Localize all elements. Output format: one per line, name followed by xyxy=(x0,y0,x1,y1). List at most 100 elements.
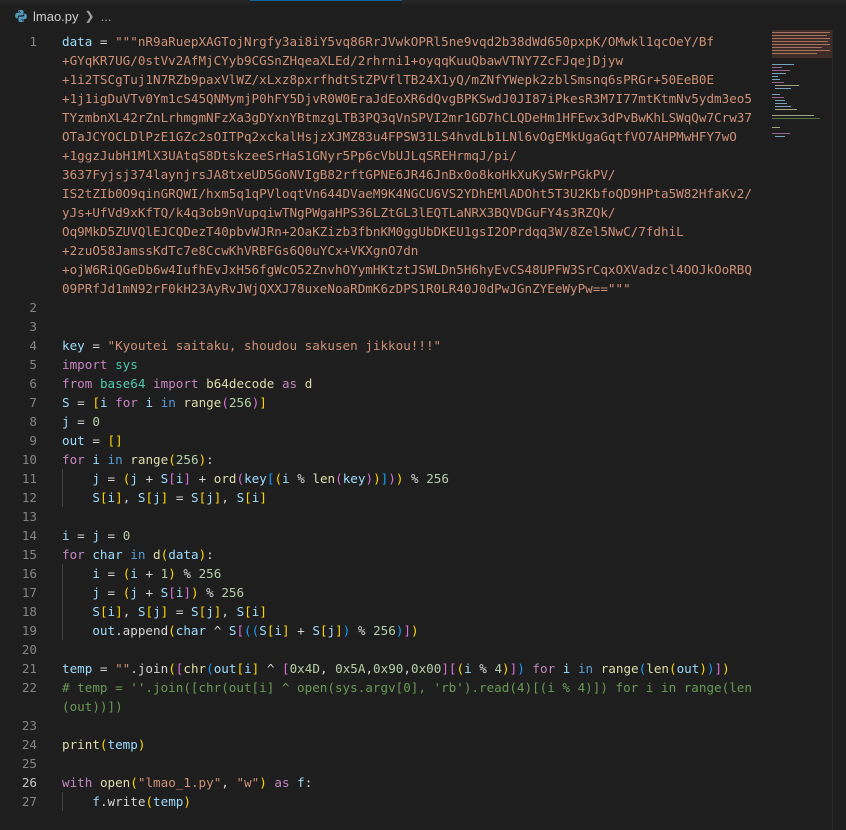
vertical-scrollbar[interactable] xyxy=(832,30,846,830)
code-token: j xyxy=(206,490,214,505)
code-line[interactable]: 13 xyxy=(0,507,772,526)
code-line[interactable]: +1i2TSCgTuj1N7RZb9paxVlWZ/xLxz8pxrfhdtSt… xyxy=(0,70,772,89)
code-line[interactable]: 20 xyxy=(0,640,772,659)
code-line[interactable]: 12 S[i], S[j] = S[j], S[i] xyxy=(0,488,772,507)
code-token: .write xyxy=(99,794,146,809)
code-line[interactable]: yJs+UfVd9xKfTQ/k4q3ob9nVupqiwTNgPWgaHPS3… xyxy=(0,203,772,222)
code-token: i xyxy=(99,395,108,410)
code-token: char xyxy=(92,547,123,562)
code-token: i xyxy=(130,566,138,581)
code-line[interactable]: 26 with open("lmao_1.py", "w") as f: xyxy=(0,773,772,792)
code-line[interactable]: 3 xyxy=(0,317,772,336)
code-line[interactable]: 14 i = j = 0 xyxy=(0,526,772,545)
code-token: : xyxy=(206,452,214,467)
code-line[interactable]: 21 temp = "".join([chr(out[i] ^ [0x4D, 0x… xyxy=(0,659,772,678)
code-line[interactable]: 18 S[i], S[j] = S[j], S[i] xyxy=(0,602,772,621)
code-line[interactable]: 16 i = (i + 1) % 256 xyxy=(0,564,772,583)
code-token: len xyxy=(312,471,336,486)
code-line[interactable]: +ojW6RiQGeDb6w4IufhEvJxH56fgWcO52ZnvhOYy… xyxy=(0,260,772,279)
breadcrumb-file[interactable]: lmao.py xyxy=(33,9,79,24)
line-number: 4 xyxy=(29,338,37,353)
code-token: # temp = ''.join([chr(out[i] ^ open(sys.… xyxy=(62,680,752,695)
code-token: i xyxy=(107,490,116,505)
code-line[interactable]: 24 print(temp) xyxy=(0,735,772,754)
code-line[interactable]: 5 import sys xyxy=(0,355,772,374)
code-line[interactable]: 25 xyxy=(0,754,772,773)
code-line[interactable]: 11 j = (j + S[i] + ord(key[(i % len(key)… xyxy=(0,469,772,488)
line-number: 5 xyxy=(29,357,37,372)
code-token: [ xyxy=(319,623,328,638)
code-token: j xyxy=(153,490,161,505)
code-line[interactable]: 4 key = "Kyoutei saitaku, shoudou sakusen… xyxy=(0,336,772,355)
code-token: i xyxy=(282,471,290,486)
code-line[interactable]: TYzmbnXL42rZnLrhmgmNFzXa3gDYxnYBtmzgLTB3… xyxy=(0,108,772,127)
code-token: f xyxy=(297,775,305,790)
code-token: in xyxy=(130,547,146,562)
line-number: 10 xyxy=(21,452,37,467)
code-token: ) xyxy=(706,661,715,676)
code-token: + xyxy=(289,623,313,638)
code-token: 256 xyxy=(426,471,449,486)
minimap[interactable] xyxy=(772,30,832,150)
code-token: for xyxy=(115,395,138,410)
code-line[interactable]: +2zuO58JamssKdTc7e8CcwKhVRBFGs6Q0uYCx+VK… xyxy=(0,241,772,260)
code-line[interactable]: Oq9MkD5ZUVQlEJCQDezT40pbvWJRn+2OaKZizb3f… xyxy=(0,222,772,241)
code-line[interactable]: 15 for char in d(data): xyxy=(0,545,772,564)
code-line[interactable]: 1 data = """nR9aRuepXAGTojNrgfy3ai8iY5vq8… xyxy=(0,32,772,51)
code-line[interactable]: OTaJCYOCLDlPzE1GZc2sOITPq2xckalHsjzXJMZ8… xyxy=(0,127,772,146)
breadcrumb-more[interactable]: ... xyxy=(101,9,112,24)
code-line[interactable]: 09PRfJd1mN92rF0kH23AyRvJWjQXXJ78uxeNoaRD… xyxy=(0,279,772,298)
code-token: [] xyxy=(107,433,123,448)
code-token: import xyxy=(153,376,199,391)
code-line[interactable]: 19 out.append(char ^ S[((S[i] + S[j]) % … xyxy=(0,621,772,640)
code-line[interactable]: 10 for i in range(256): xyxy=(0,450,772,469)
code-token: ( xyxy=(221,395,229,410)
code-token: = xyxy=(168,604,192,619)
code-token: i xyxy=(464,661,472,676)
code-line[interactable]: +1j1igDuVTv0Ym1cS45QNMymjP0hFY5DjvR0W0Er… xyxy=(0,89,772,108)
code-token: i xyxy=(244,661,252,676)
code-line[interactable]: 8 j = 0 xyxy=(0,412,772,431)
code-line[interactable]: 6 from base64 import b64decode as d xyxy=(0,374,772,393)
code-token: + xyxy=(137,585,161,600)
code-token: ] xyxy=(183,585,191,600)
code-token: as xyxy=(281,376,298,391)
line-number: 21 xyxy=(21,661,37,676)
code-token: ( xyxy=(145,794,154,809)
code-text: +2zuO58JamssKdTc7e8CcwKhVRBFGs6Q0uYCx+VK… xyxy=(62,241,418,260)
code-line[interactable]: 22 # temp = ''.join([chr(out[i] ^ open(sy… xyxy=(0,678,772,697)
code-token: = xyxy=(99,471,123,486)
code-line[interactable]: 7 S = [i for i in range(256)] xyxy=(0,393,772,412)
code-token: 256 xyxy=(198,566,222,581)
code-text: TYzmbnXL42rZnLrhmgmNFzXa3gDYxnYBtmzgLTB3… xyxy=(62,108,752,127)
code-editor[interactable]: 1 data = """nR9aRuepXAGTojNrgfy3ai8iY5vq8… xyxy=(0,32,772,830)
code-token: i xyxy=(107,604,116,619)
code-line[interactable]: IS2tZIb0O9qinGRQWI/hxm5q1qPVloqtVn644DVa… xyxy=(0,184,772,203)
code-line[interactable]: (out))]) xyxy=(0,697,772,716)
code-line[interactable]: 17 j = (j + S[i]) % 256 xyxy=(0,583,772,602)
code-token: , xyxy=(365,661,374,676)
code-line[interactable]: 3637Fyjsj374laynjrsJA8txeUD5GoNVIgB82rft… xyxy=(0,165,772,184)
code-line[interactable]: 2 xyxy=(0,298,772,317)
code-line[interactable]: 9 out = [] xyxy=(0,431,772,450)
code-token: 0x00 xyxy=(410,661,442,676)
code-text: out.append(char ^ S[((S[i] + S[j]) % 256… xyxy=(62,621,418,640)
line-number: 1 xyxy=(29,34,37,49)
code-token: = xyxy=(99,585,123,600)
code-line[interactable]: 23 xyxy=(0,716,772,735)
code-line[interactable]: 27 f.write(temp) xyxy=(0,792,772,811)
code-text: 09PRfJd1mN92rF0kH23AyRvJWjQXXJ78uxeNoaRD… xyxy=(62,279,631,298)
breadcrumb: lmao.py ❯ ... xyxy=(0,4,846,28)
code-line[interactable]: +1ggzJubH1MlX3UAtqS8DtskzeeSrHaS1GNyr5Pp… xyxy=(0,146,772,165)
code-line[interactable]: +GYqKR7UG/0stVv2AfMjCYyb9CGSnZHqeaXLEd/2… xyxy=(0,51,772,70)
code-text: # temp = ''.join([chr(out[i] ^ open(sys.… xyxy=(62,678,752,697)
code-text: (out))]) xyxy=(62,697,123,716)
code-token: yJs+UfVd9xKfTQ/k4q3ob9nVupqiwTNgPWgaHPS3… xyxy=(62,205,616,220)
code-token: +2zuO58JamssKdTc7e8CcwKhVRBFGs6Q0uYCx+VK… xyxy=(62,243,419,258)
